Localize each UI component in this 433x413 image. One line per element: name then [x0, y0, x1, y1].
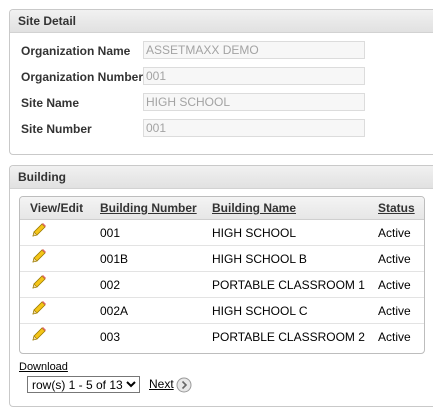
- chevron-right-circle-icon[interactable]: [176, 377, 192, 393]
- row-range-select[interactable]: row(s) 1 - 5 of 13: [27, 376, 140, 393]
- building-number-cell: 001B: [90, 245, 202, 272]
- download-link[interactable]: Download: [19, 361, 68, 373]
- status-cell: Active: [368, 245, 424, 272]
- site-number-label: Site Number: [21, 122, 92, 136]
- table-row: 002 PORTABLE CLASSROOM 1 Active: [20, 271, 424, 298]
- pencil-icon[interactable]: [30, 223, 48, 239]
- site-name-field[interactable]: [143, 93, 365, 111]
- building-name-cell: HIGH SCHOOL: [202, 219, 368, 246]
- site-detail-panel: Site Detail Organization Name Organizati…: [9, 9, 433, 155]
- building-name-sort-link[interactable]: Building Name: [212, 201, 296, 215]
- building-number-column-header[interactable]: Building Number: [90, 197, 202, 220]
- pencil-icon[interactable]: [30, 275, 48, 291]
- building-number-cell: 002: [90, 271, 202, 298]
- pencil-icon[interactable]: [30, 249, 48, 265]
- building-name-cell: HIGH SCHOOL B: [202, 245, 368, 272]
- building-report: View/Edit Building Number Building Name …: [19, 196, 425, 354]
- pencil-icon[interactable]: [30, 327, 48, 343]
- table-row: 002A HIGH SCHOOL C Active: [20, 297, 424, 324]
- organization-name-field[interactable]: [143, 41, 365, 59]
- building-panel: Building View/Edit Building Number Build…: [9, 165, 433, 407]
- site-name-label: Site Name: [21, 96, 80, 110]
- status-column-header[interactable]: Status: [368, 197, 424, 220]
- table-row: 001 HIGH SCHOOL Active: [20, 219, 424, 246]
- building-header: Building: [10, 166, 433, 189]
- site-detail-header: Site Detail: [10, 10, 433, 33]
- building-number-sort-link[interactable]: Building Number: [100, 201, 197, 215]
- building-name-cell: HIGH SCHOOL C: [202, 297, 368, 324]
- status-cell: Active: [368, 297, 424, 324]
- organization-name-label: Organization Name: [21, 44, 131, 58]
- view-edit-cell: [20, 324, 90, 350]
- status-cell: Active: [378, 329, 411, 344]
- building-name-cell: PORTABLE CLASSROOM 2: [212, 329, 365, 344]
- view-edit-cell: [20, 245, 90, 272]
- organization-number-field[interactable]: [143, 67, 365, 85]
- pagination: row(s) 1 - 5 of 13 Next: [27, 376, 192, 394]
- organization-number-label: Organization Number: [21, 70, 144, 84]
- table-row: 003 PORTABLE CLASSROOM 2 Active: [20, 324, 424, 350]
- table-row: 001B HIGH SCHOOL B Active: [20, 245, 424, 272]
- view-edit-cell: [20, 297, 90, 324]
- building-table: View/Edit Building Number Building Name …: [20, 197, 424, 349]
- table-header-row: View/Edit Building Number Building Name …: [20, 197, 424, 220]
- building-name-column-header[interactable]: Building Name: [202, 197, 368, 220]
- building-number-cell: 001: [90, 219, 202, 246]
- pencil-icon[interactable]: [30, 301, 48, 317]
- status-sort-link[interactable]: Status: [378, 201, 415, 215]
- view-edit-column-header: View/Edit: [20, 197, 90, 220]
- view-edit-cell: [20, 219, 90, 246]
- view-edit-cell: [20, 271, 90, 298]
- status-cell: Active: [368, 219, 424, 246]
- status-cell: Active: [368, 271, 424, 298]
- building-number-cell: 002A: [90, 297, 202, 324]
- site-number-field[interactable]: [143, 119, 365, 137]
- building-name-cell: PORTABLE CLASSROOM 1: [202, 271, 368, 298]
- building-number-cell: 003: [100, 329, 121, 344]
- next-page-link[interactable]: Next: [149, 377, 174, 391]
